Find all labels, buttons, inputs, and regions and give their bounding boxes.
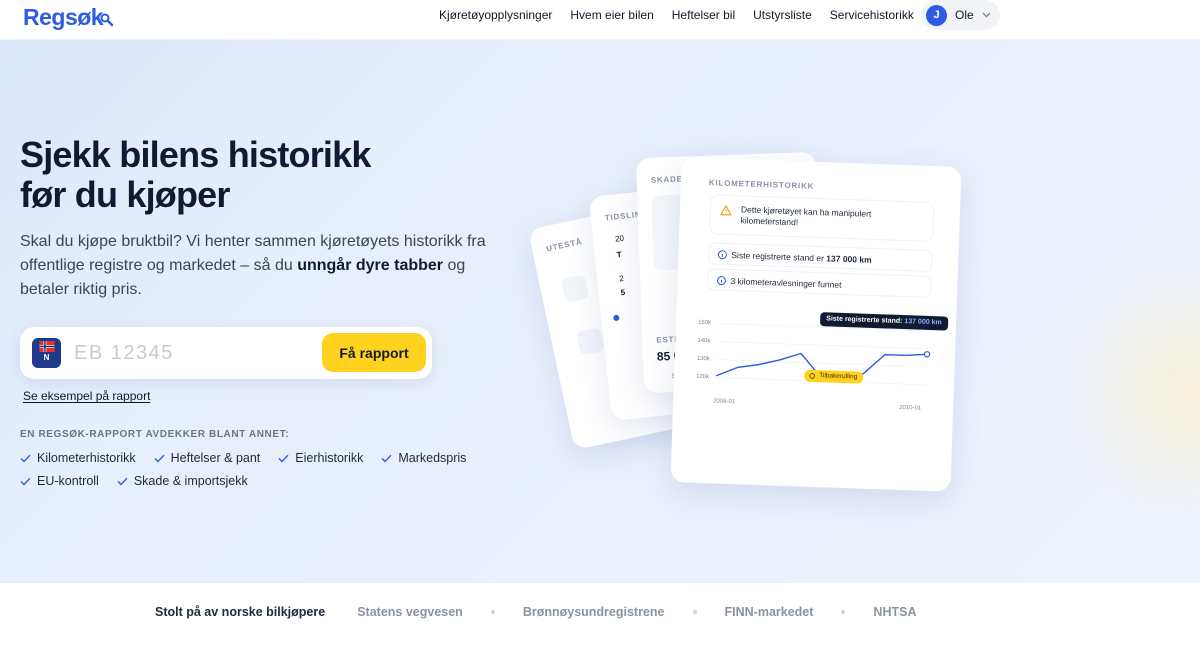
- nav-vehicle-info[interactable]: Kjøretøyopplysninger: [439, 8, 552, 22]
- plate-country-code: N: [43, 353, 50, 362]
- page-title: Sjekk bilens historikk før du kjøper: [20, 135, 440, 215]
- separator-dot: [841, 610, 846, 614]
- feature-item: Heftelser & pant: [154, 450, 261, 466]
- main-nav: Kjøretøyopplysninger Hvem eier bilen Hef…: [430, 0, 923, 30]
- x-tick-label: 2006-01: [713, 398, 736, 406]
- example-report-link[interactable]: Se eksempel på rapport: [23, 389, 150, 403]
- feature-label: Heftelser & pant: [170, 451, 261, 465]
- feature-label: Kilometerhistorikk: [37, 451, 136, 465]
- headline-line-2: før du kjøper: [20, 174, 230, 215]
- card-label: UTESTÅ: [545, 236, 584, 254]
- warning-text: Dette kjøretøyet kan ha manipulert kilom…: [740, 204, 872, 228]
- site-header: Regsøk Kjøretøyopplysninger Hvem eier bi…: [0, 0, 1200, 40]
- card-label: TIDSLIN: [604, 209, 642, 223]
- rollback-badge: Tilbakerulling: [803, 369, 864, 384]
- trust-list: Stolt på av norske bilkjøpere Statens ve…: [155, 605, 916, 619]
- timeline-row: T: [616, 250, 623, 260]
- alert-circle-icon: [809, 373, 816, 379]
- nav-liens[interactable]: Heftelser bil: [672, 8, 735, 22]
- plate-search-form: N Få rapport: [20, 327, 432, 379]
- features-heading: EN REGSØK-RAPPORT AVDEKKER BLANT ANNET:: [20, 429, 290, 440]
- trust-source: NHTSA: [873, 605, 917, 619]
- grid-line: [717, 341, 928, 350]
- avatar: J: [926, 4, 947, 26]
- timeline-row: 20: [614, 233, 625, 244]
- feature-label: Skade & importsjekk: [133, 474, 248, 488]
- norway-flag-icon: [38, 341, 55, 352]
- document-icon: [560, 274, 590, 303]
- timeline-row: 5: [620, 287, 626, 298]
- last-reading-point: [923, 351, 931, 358]
- last-reading-row: Siste registrerte stand er 137 000 km: [708, 242, 933, 273]
- user-menu[interactable]: J Ole: [921, 0, 1000, 30]
- magnifier-logo-icon: [100, 13, 114, 26]
- headline-line-1: Sjekk bilens historikk: [20, 134, 371, 175]
- info-icon: [716, 276, 726, 286]
- user-name: Ole: [955, 8, 974, 22]
- info-icon: [717, 250, 727, 260]
- feature-item: EU-kontroll: [20, 473, 99, 489]
- hero-subtitle: Skal du kjøpe bruktbil? Vi henter sammen…: [20, 230, 490, 302]
- mileage-history-card: KILOMETERHISTORIKK Dette kjøretøyet kan …: [670, 157, 962, 492]
- warning-icon: [720, 205, 732, 216]
- rollback-label: Tilbakerulling: [819, 372, 858, 381]
- timeline-dot: [613, 314, 620, 322]
- trust-bar: Stolt på av norske bilkjøpere Statens ve…: [0, 583, 1200, 669]
- readings-count-text: 3 kilometeravlesninger funnet: [730, 275, 842, 290]
- decorative-glow: [1060, 260, 1200, 520]
- check-icon: [278, 454, 289, 463]
- feature-item: Skade & importsjekk: [117, 473, 248, 489]
- trust-source: Statens vegvesen: [357, 605, 463, 619]
- manipulation-warning: Dette kjøretøyet kan ha manipulert kilom…: [709, 194, 935, 243]
- feature-item: Eierhistorikk: [278, 450, 363, 466]
- separator-dot: [490, 610, 495, 614]
- feature-item: Markedspris: [381, 450, 466, 466]
- readings-count-row: 3 kilometeravlesninger funnet: [707, 268, 932, 298]
- feature-label: Eierhistorikk: [295, 451, 364, 465]
- feature-list: Kilometerhistorikk Heftelser & pant Eier…: [20, 450, 490, 489]
- card-title: KILOMETERHISTORIKK: [708, 178, 815, 191]
- nav-owner[interactable]: Hvem eier bilen: [570, 8, 653, 22]
- check-icon: [20, 454, 31, 463]
- chevron-down-icon: [982, 12, 991, 18]
- nav-service-history[interactable]: Servicehistorikk: [830, 8, 914, 22]
- check-icon: [20, 477, 31, 486]
- feature-label: EU-kontroll: [37, 474, 99, 488]
- nav-equipment[interactable]: Utstyrsliste: [753, 8, 812, 22]
- get-report-button[interactable]: Få rapport: [322, 333, 426, 372]
- feature-label: Markedspris: [398, 451, 467, 465]
- subtitle-emphasis: unngår dyre tabber: [297, 257, 444, 274]
- trust-source: Brønnøysundregistrene: [522, 605, 665, 619]
- last-reading-text: Siste registrerte stand er: [731, 250, 827, 264]
- last-reading-value: 137 000 km: [826, 253, 872, 265]
- check-icon: [117, 477, 128, 486]
- check-icon: [381, 454, 392, 463]
- grid-line: [717, 323, 928, 332]
- trust-lead: Stolt på av norske bilkjøpere: [155, 605, 326, 619]
- logo-text: Regsøk: [23, 4, 104, 30]
- chart-plot: [715, 323, 931, 386]
- plate-input[interactable]: [74, 341, 304, 365]
- logo[interactable]: Regsøk: [23, 4, 114, 31]
- timeline-row: 2: [618, 273, 625, 284]
- feature-item: Kilometerhistorikk: [20, 450, 136, 466]
- check-icon: [154, 454, 165, 463]
- trust-source: FINN-markedet: [724, 605, 814, 619]
- norway-plate-badge: N: [32, 338, 61, 368]
- scale-icon: [576, 327, 605, 356]
- x-tick-label: 2010-01: [899, 404, 922, 412]
- separator-dot: [692, 610, 697, 614]
- hero-section: Sjekk bilens historikk før du kjøper Ska…: [0, 40, 1200, 583]
